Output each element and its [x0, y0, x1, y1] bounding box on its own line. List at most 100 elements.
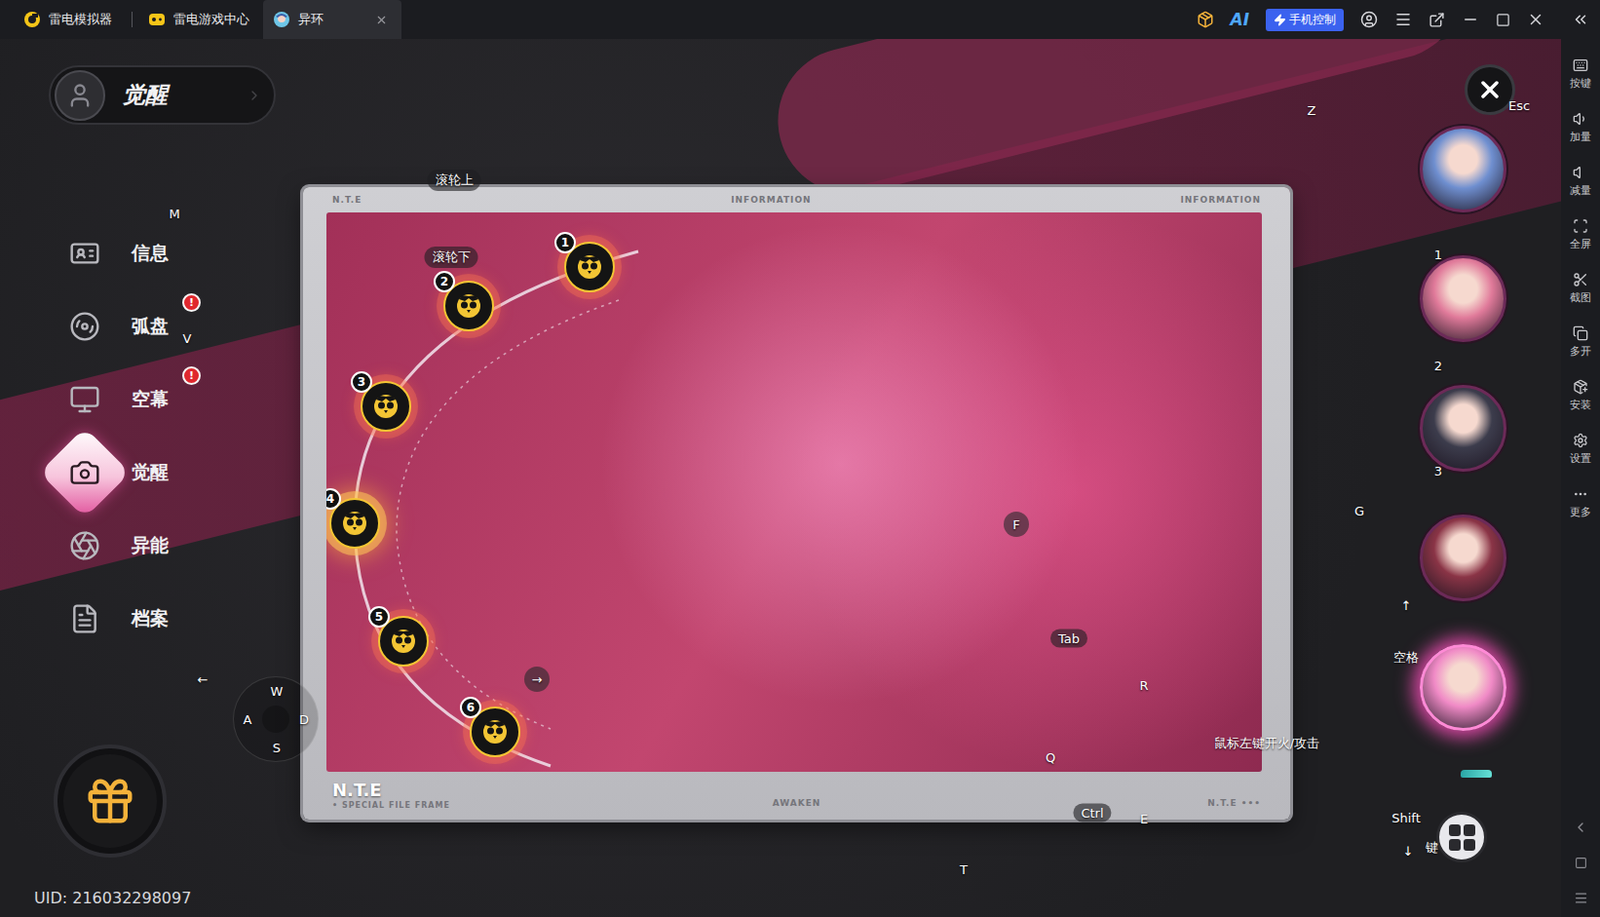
sidebar-item-icon	[1572, 432, 1589, 449]
menu-item-icon	[69, 310, 101, 343]
joystick-knob	[262, 705, 290, 733]
sidebar-item[interactable]: 截图	[1561, 261, 1600, 315]
card-title: N.T.E	[332, 781, 773, 800]
sidebar-item[interactable]: 减量	[1561, 153, 1600, 208]
card-right-label: N.T.E •••	[1207, 784, 1261, 808]
keymap-label: G	[1354, 503, 1365, 519]
menu-item-label: 空幕	[131, 386, 169, 413]
maximize-icon[interactable]	[1495, 12, 1511, 28]
character-portrait[interactable]	[1419, 125, 1507, 213]
tab-label: 异环	[298, 10, 324, 29]
awaken-card: N.T.EINFORMATIONINFORMATION123456N.T.E• …	[303, 187, 1291, 820]
sidebar-item-label: 截图	[1569, 290, 1592, 305]
keymap-label: Z	[1307, 103, 1317, 118]
grid-cell-icon	[1463, 838, 1476, 851]
header-title: 觉醒	[122, 79, 229, 111]
alert-badge: !	[182, 366, 201, 385]
collapse-button[interactable]	[1561, 10, 1600, 29]
menu-item[interactable]: 弧盘!	[34, 289, 304, 363]
title-bar: 雷电模拟器 雷电游戏中心 异环 AI 手机控制	[0, 0, 1600, 39]
sidebar-item-label: 设置	[1569, 451, 1592, 466]
home-icon[interactable]	[1574, 856, 1588, 870]
sidebar-item-label: 安装	[1569, 397, 1592, 413]
character-portrait[interactable]	[1419, 644, 1507, 731]
window-tab[interactable]: 雷电模拟器	[13, 0, 126, 39]
tab-close[interactable]	[345, 13, 388, 27]
card-top-strip: N.T.EINFORMATIONINFORMATION	[303, 187, 1291, 213]
menu-item[interactable]: 空幕!	[34, 362, 304, 436]
menu-item[interactable]: 觉醒	[34, 435, 304, 509]
team-portraits	[1419, 114, 1516, 731]
menu-item-icon	[69, 457, 101, 489]
close-icon	[375, 13, 388, 27]
page-header[interactable]: 觉醒	[48, 65, 276, 125]
close-button[interactable]	[1464, 64, 1516, 115]
menu-item-icon	[69, 237, 101, 269]
close-icon	[1476, 76, 1504, 104]
node-number: 3	[350, 371, 373, 393]
user-icon[interactable]	[1360, 10, 1378, 29]
sidebar-item[interactable]: 更多	[1561, 475, 1600, 530]
awaken-node[interactable]: 2	[443, 280, 495, 332]
sidebar-item[interactable]: 按键	[1561, 46, 1600, 101]
header-avatar	[54, 70, 106, 121]
menu-icon[interactable]	[1394, 10, 1412, 29]
card-top-label: INFORMATION	[1180, 194, 1261, 205]
collapse-icon	[1571, 10, 1590, 29]
menu-item[interactable]: 档案	[34, 581, 304, 655]
keymap-label: 1	[1434, 247, 1443, 263]
sidebar-item[interactable]: 安装	[1561, 368, 1600, 422]
menu-item-icon-box	[65, 453, 105, 493]
gift-box-icon[interactable]	[1196, 10, 1215, 29]
node-number: 2	[433, 270, 456, 293]
sidebar-item[interactable]: 全屏	[1561, 207, 1600, 262]
tab-label: 雷电模拟器	[48, 10, 113, 29]
card-top-label: N.T.E	[332, 194, 362, 205]
sidebar-item-icon	[1572, 379, 1589, 395]
sidebar-item-label: 按键	[1569, 76, 1592, 91]
owl-emblem-icon	[388, 626, 419, 656]
uid-text: UID: 216032298097	[34, 888, 304, 908]
menu-item-label: 异能	[131, 533, 169, 559]
keymap-label: 2	[1434, 358, 1443, 374]
keymap-label: A	[243, 712, 253, 727]
menu-item[interactable]: 异能	[34, 508, 304, 582]
recent-apps-icon[interactable]	[1573, 890, 1589, 906]
body: 觉醒信息弧盘!空幕!觉醒异能档案UID: 216032298097N.T.EIN…	[0, 38, 1600, 917]
sidebar-item[interactable]: 多开	[1561, 314, 1600, 369]
back-icon[interactable]	[1572, 819, 1589, 836]
menu-item[interactable]: 信息	[34, 216, 304, 290]
window-tab[interactable]: 异环	[263, 0, 402, 39]
keymap-label: T	[959, 862, 968, 877]
awaken-node[interactable]: 1	[564, 241, 615, 293]
alert-badge: !	[182, 293, 201, 312]
keymap-label: ↓	[1403, 843, 1414, 859]
window-tab[interactable]: 雷电游戏中心	[138, 0, 264, 39]
node-number: 4	[326, 488, 342, 510]
awaken-node[interactable]: 6	[469, 706, 521, 758]
minimize-icon[interactable]	[1461, 10, 1480, 29]
sidebar-item-label: 更多	[1569, 504, 1592, 520]
close-window-icon[interactable]	[1526, 10, 1545, 29]
menu-item-icon-box	[65, 380, 105, 420]
sidebar-item[interactable]: 设置	[1561, 421, 1600, 476]
menu-item-icon	[69, 383, 101, 416]
sidebar-item-icon	[1572, 111, 1589, 127]
popout-icon[interactable]	[1428, 11, 1446, 29]
avatar-icon	[66, 81, 94, 110]
game-center-icon	[148, 10, 166, 29]
selected-mark	[38, 426, 130, 518]
sidebar-item[interactable]: 加量	[1561, 100, 1600, 154]
ai-button[interactable]: AI	[1230, 9, 1250, 30]
character-portrait[interactable]	[1419, 514, 1507, 602]
character-portrait[interactable]	[1419, 255, 1507, 343]
menu-item-icon	[69, 530, 101, 562]
emulator-sidebar: 按键加量减量全屏截图多开安装设置更多	[1561, 38, 1600, 917]
awaken-node[interactable]: 5	[378, 615, 429, 667]
character-portrait[interactable]	[1419, 384, 1507, 472]
phone-control-button[interactable]: 手机控制	[1265, 8, 1344, 32]
awaken-node[interactable]: 3	[360, 380, 412, 432]
quick-menu-button[interactable]	[1436, 811, 1487, 863]
gift-button[interactable]	[53, 744, 167, 858]
awaken-node[interactable]: 4	[329, 497, 381, 549]
